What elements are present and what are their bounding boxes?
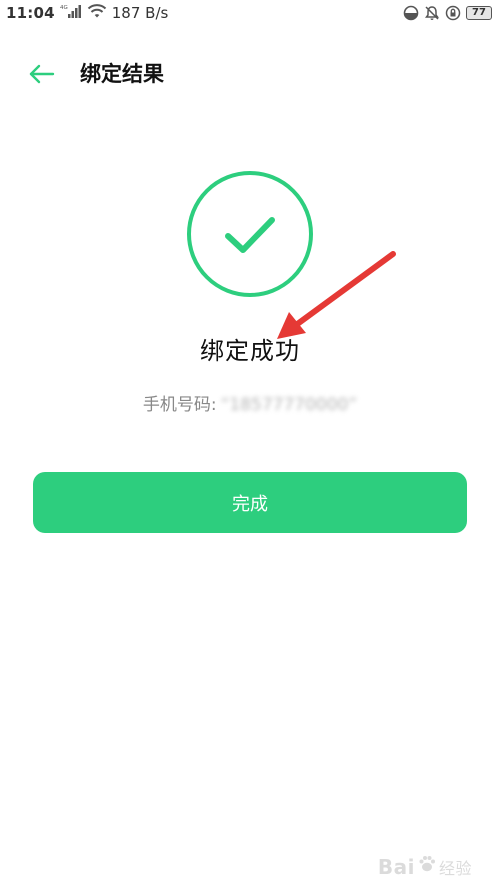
network-speed: 187 B/s: [111, 4, 169, 22]
status-time: 11:04: [6, 4, 55, 22]
phone-label: 手机号码:: [142, 395, 217, 415]
watermark: Bai 经验: [378, 854, 472, 879]
network-type: 4G: [60, 5, 68, 11]
bell-muted-icon: [424, 5, 440, 21]
result-title: 绑定成功: [200, 337, 300, 365]
signal-icon: 4G: [60, 4, 82, 22]
back-button[interactable]: [26, 58, 58, 90]
battery-icon: 77: [466, 6, 492, 20]
status-bar: 11:04 4G 187 B/s 77: [0, 0, 500, 28]
phone-value: “18577770000”: [220, 395, 358, 415]
header: 绑定结果: [0, 52, 500, 96]
status-left: 11:04 4G 187 B/s: [6, 3, 168, 23]
done-button[interactable]: 完成: [33, 472, 467, 533]
phone-row: 手机号码: “18577770000”: [0, 393, 500, 417]
page-title: 绑定结果: [80, 62, 164, 86]
lock-rotation-icon: [445, 5, 461, 21]
data-saver-icon: [403, 5, 419, 21]
check-circle-icon: [186, 170, 314, 298]
watermark-suffix: 经验: [438, 858, 472, 878]
wifi-icon: [87, 3, 107, 23]
paw-icon: [417, 854, 437, 879]
annotation-arrow: [277, 251, 396, 339]
arrow-left-icon: [29, 64, 55, 84]
status-right: 77: [403, 3, 492, 23]
watermark-brand: Bai: [377, 854, 415, 879]
